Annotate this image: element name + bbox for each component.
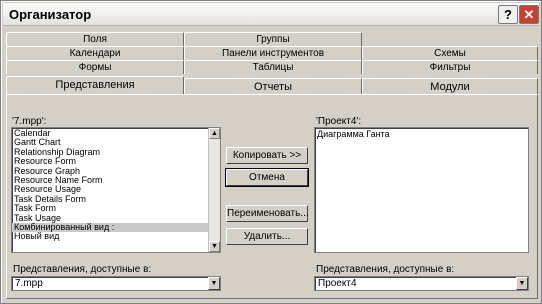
close-button[interactable]: ✕ (519, 5, 539, 24)
left-list-scrollbar[interactable]: ▲ ▼ (208, 128, 220, 252)
right-views-list[interactable]: Диаграмма Ганта (314, 127, 529, 253)
right-available-select[interactable]: Проект4 ▼ (314, 276, 529, 291)
tab-groups[interactable]: Группы (184, 32, 362, 46)
dropdown-arrow-icon[interactable]: ▼ (516, 277, 528, 290)
left-views-list[interactable]: Calendar Gantt Chart Relationship Diagram R… (11, 127, 221, 253)
organizer-dialog: Организатор ? ✕ Поля Группы Календари Па… (0, 0, 542, 304)
right-available-label: Представления, доступные в: (316, 264, 455, 275)
tab-views[interactable]: Представления (6, 76, 184, 94)
left-available-label: Представления, доступные в: (13, 264, 152, 275)
tab-reports[interactable]: Отчеты (184, 78, 362, 94)
cancel-button[interactable]: Отмена (225, 168, 309, 187)
dropdown-arrow-icon[interactable]: ▼ (208, 277, 220, 290)
list-item[interactable]: Диаграмма Ганта (315, 129, 528, 139)
rename-button[interactable]: Переименовать... (226, 205, 309, 222)
help-button[interactable]: ? (498, 5, 518, 24)
tab-filters[interactable]: Фильтры (362, 60, 538, 74)
left-available-value: 7.mpp (15, 278, 43, 289)
tab-modules[interactable]: Модули (362, 78, 538, 94)
list-item[interactable]: Новый вид (12, 231, 220, 241)
tab-calendars[interactable]: Календари (6, 46, 184, 60)
right-file-label: 'Проект4': (316, 116, 362, 127)
tab-fields[interactable]: Поля (6, 32, 184, 46)
window-title: Организатор (9, 7, 92, 22)
tab-forms[interactable]: Формы (6, 60, 184, 74)
scroll-up-icon[interactable]: ▲ (209, 128, 220, 139)
title-bar: Организатор ? ✕ (3, 3, 539, 26)
delete-button[interactable]: Удалить... (226, 228, 308, 245)
tab-schemes[interactable]: Схемы (362, 46, 538, 60)
tab-toolbars[interactable]: Панели инструментов (184, 46, 362, 60)
scroll-down-icon[interactable]: ▼ (209, 241, 220, 252)
right-available-value: Проект4 (318, 278, 357, 289)
left-available-select[interactable]: 7.mpp ▼ (11, 276, 221, 291)
tab-tables[interactable]: Таблицы (184, 60, 362, 74)
left-file-label: '7.mpp': (12, 116, 47, 127)
copy-button[interactable]: Копировать >> (226, 147, 308, 164)
